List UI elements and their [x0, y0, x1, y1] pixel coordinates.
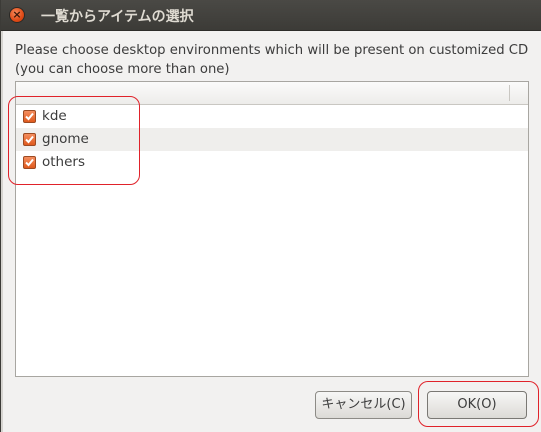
- prompt-text: Please choose desktop environments which…: [15, 41, 535, 79]
- checkbox-checked-icon[interactable]: [23, 110, 36, 123]
- checkbox-checked-icon[interactable]: [23, 156, 36, 169]
- list-item-label: gnome: [42, 131, 89, 147]
- list-item-gnome[interactable]: gnome: [16, 128, 528, 151]
- column-separator[interactable]: [509, 85, 510, 101]
- checkbox-checked-icon[interactable]: [23, 133, 36, 146]
- list-item-label: others: [42, 154, 85, 170]
- options-list: kde gnome others: [15, 81, 529, 377]
- window-title: 一覧からアイテムの選択: [41, 9, 194, 25]
- dialog-window: × 一覧からアイテムの選択 Please choose desktop envi…: [0, 0, 541, 432]
- cancel-button[interactable]: キャンセル(C): [315, 391, 412, 419]
- prompt-line-1: Please choose desktop environments which…: [15, 43, 529, 58]
- prompt-line-2: (you can choose more than one): [15, 62, 230, 77]
- list-header[interactable]: [16, 82, 528, 105]
- list-item-label: kde: [42, 108, 67, 124]
- list-item-others[interactable]: others: [16, 151, 528, 174]
- title-bar: × 一覧からアイテムの選択: [1, 0, 541, 31]
- close-icon[interactable]: ×: [9, 7, 25, 23]
- window-edge: [1, 31, 3, 432]
- list-item-kde[interactable]: kde: [16, 105, 528, 128]
- ok-button[interactable]: OK(O): [427, 391, 527, 419]
